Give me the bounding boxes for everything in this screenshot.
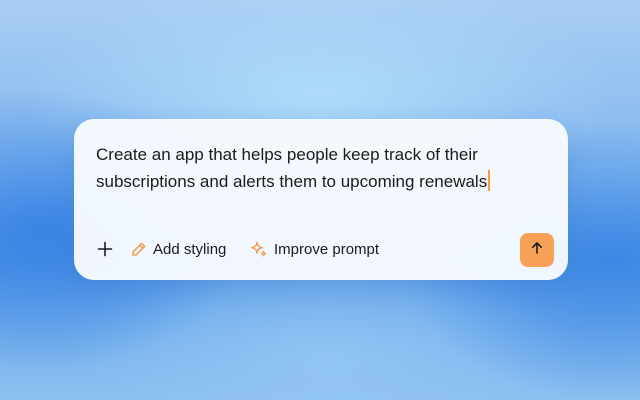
improve-prompt-label: Improve prompt bbox=[274, 240, 380, 258]
improve-prompt-button[interactable]: Improve prompt bbox=[248, 233, 379, 265]
prompt-card: Create an app that helps people keep tra… bbox=[74, 119, 568, 280]
prompt-toolbar: Add styling Improve prompt bbox=[92, 233, 554, 267]
arrow-up-icon bbox=[530, 241, 544, 260]
pencil-icon bbox=[130, 241, 147, 258]
prompt-input[interactable]: Create an app that helps people keep tra… bbox=[96, 141, 516, 195]
add-styling-label: Add styling bbox=[153, 240, 227, 258]
sparkle-icon bbox=[248, 239, 268, 259]
add-button[interactable] bbox=[94, 233, 116, 265]
text-caret bbox=[488, 170, 490, 191]
send-button[interactable] bbox=[520, 233, 554, 267]
prompt-text: Create an app that helps people keep tra… bbox=[96, 145, 488, 191]
plus-icon bbox=[97, 241, 113, 257]
add-styling-button[interactable]: Add styling bbox=[130, 233, 226, 265]
